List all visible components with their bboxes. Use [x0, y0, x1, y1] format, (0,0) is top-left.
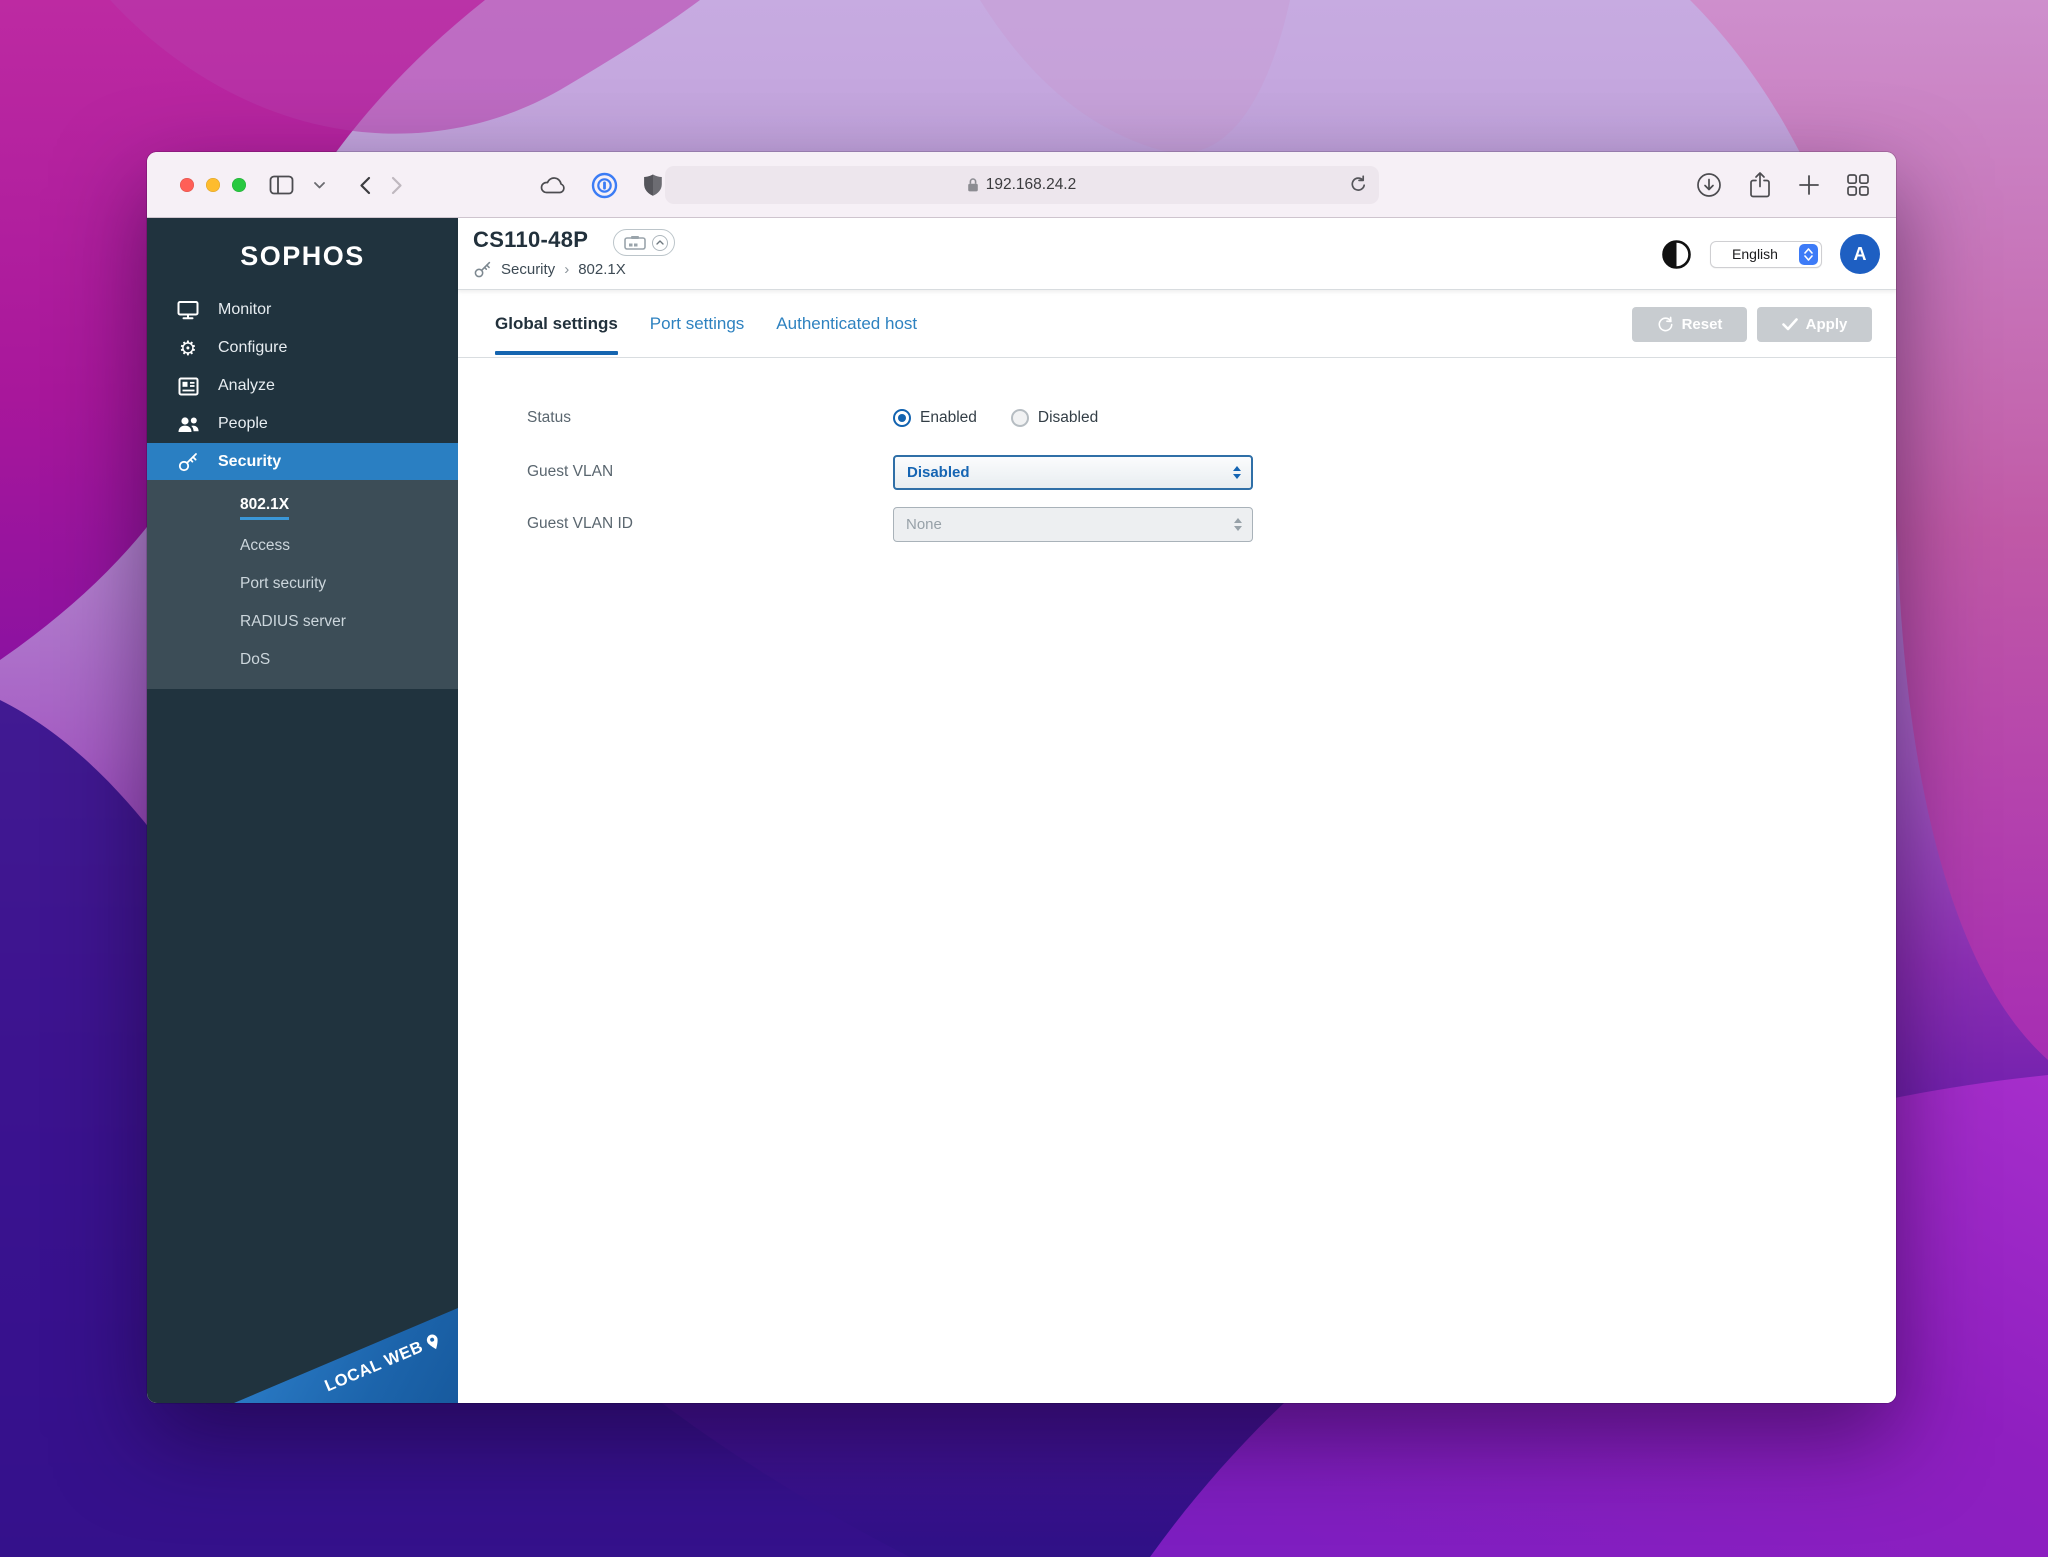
sidebar-item-label: People [218, 415, 268, 432]
tls-lock-icon [967, 178, 978, 192]
submenu-item-dos[interactable]: DoS [147, 641, 458, 679]
sophos-logo: SOPHOS [240, 241, 365, 271]
back-button[interactable] [359, 176, 371, 195]
submenu-item-port-security[interactable]: Port security [147, 565, 458, 603]
radio-selected-icon[interactable] [893, 409, 911, 427]
sidebar-item-label: Analyze [218, 377, 275, 394]
status-radio-group: Enabled Disabled [893, 409, 1098, 427]
guest-vlan-row: Guest VLAN Disabled [458, 454, 1896, 490]
chevron-up-icon [652, 234, 668, 251]
select-arrows-icon [1234, 508, 1242, 541]
sidebar-item-label: Monitor [218, 301, 272, 318]
reload-button[interactable] [1349, 175, 1368, 194]
breadcrumb-section[interactable]: Security [501, 261, 555, 278]
submenu-item-label: 802.1X [240, 496, 290, 520]
select-arrows-icon [1233, 457, 1241, 488]
address-bar[interactable]: 192.168.24.2 [664, 166, 1379, 204]
tab-overview-button[interactable] [1846, 173, 1870, 197]
sidebar-item-security[interactable]: Security [147, 443, 458, 481]
guest-vlan-id-label: Guest VLAN ID [527, 515, 633, 532]
guest-vlan-select[interactable]: Disabled [893, 454, 1253, 490]
browser-nav-controls [269, 167, 403, 203]
browser-right-controls [1696, 167, 1870, 203]
submenu-item-8021x[interactable]: 802.1X [147, 489, 458, 527]
tab-bar: Global settings Port settings Authentica… [458, 290, 1896, 358]
browser-window: 192.168.24.2 SOPHOS Monitor ⚙ Configure … [147, 152, 1896, 1403]
monitor-icon [175, 300, 201, 320]
sidebar-nav: Monitor ⚙ Configure Analyze People Secur… [147, 291, 458, 481]
language-value: English [1732, 246, 1778, 262]
status-option-enabled[interactable]: Enabled [893, 409, 977, 427]
guest-vlan-id-select: None [893, 506, 1253, 542]
browser-extensions [539, 167, 664, 203]
main-content: CS110-48P Security › 802.1X English A Gl… [458, 218, 1896, 1403]
sidebar-item-analyze[interactable]: Analyze [147, 367, 458, 405]
desktop: 192.168.24.2 SOPHOS Monitor ⚙ Configure … [0, 0, 2048, 1557]
tab-global-settings[interactable]: Global settings [495, 290, 618, 357]
sidebar-item-configure[interactable]: ⚙ Configure [147, 329, 458, 367]
status-row: Status Enabled Disabled [458, 400, 1896, 436]
status-label: Status [527, 409, 571, 426]
sidebar-item-people[interactable]: People [147, 405, 458, 443]
reset-button[interactable]: Reset [1632, 307, 1747, 342]
breadcrumb-separator: › [564, 261, 570, 278]
key-icon [474, 261, 491, 278]
page-actions: Reset Apply [1632, 307, 1872, 342]
gear-icon: ⚙ [179, 336, 197, 360]
forward-button[interactable] [391, 176, 403, 195]
breadcrumb-page: 802.1X [578, 261, 626, 278]
minimize-window-button[interactable] [206, 178, 220, 192]
contrast-toggle-icon[interactable] [1661, 239, 1692, 270]
user-avatar[interactable]: A [1840, 234, 1880, 274]
new-tab-button[interactable] [1798, 174, 1820, 196]
header-controls: English A [1661, 218, 1880, 290]
radio-unselected-icon[interactable] [1010, 409, 1029, 427]
shield-extension-icon[interactable] [642, 173, 664, 198]
report-icon [175, 377, 201, 396]
device-title: CS110-48P [473, 227, 589, 252]
sidebar-chevron-down-icon[interactable] [314, 181, 325, 189]
tab-port-settings[interactable]: Port settings [650, 290, 745, 357]
apply-button[interactable]: Apply [1757, 307, 1872, 342]
sidebar-item-monitor[interactable]: Monitor [147, 291, 458, 329]
traffic-lights [180, 178, 246, 192]
people-icon [175, 415, 201, 433]
submenu-item-radius-server[interactable]: RADIUS server [147, 603, 458, 641]
zoom-window-button[interactable] [232, 178, 246, 192]
tabs: Global settings Port settings Authentica… [495, 290, 917, 357]
device-selector-button[interactable] [613, 229, 675, 256]
refresh-icon [1658, 316, 1673, 332]
check-icon [1781, 318, 1798, 331]
submenu-item-label: Port security [240, 575, 327, 592]
sidebar-item-label: Configure [218, 339, 288, 356]
sophos-app: SOPHOS Monitor ⚙ Configure Analyze Peopl… [147, 218, 1896, 1403]
breadcrumb: Security › 802.1X [473, 260, 626, 279]
submenu-item-label: RADIUS server [240, 613, 346, 630]
password-manager-icon[interactable] [591, 172, 618, 199]
security-submenu: 802.1X Access Port security RADIUS serve… [147, 480, 458, 689]
app-header: CS110-48P Security › 802.1X English A [458, 218, 1896, 290]
submenu-item-access[interactable]: Access [147, 527, 458, 565]
status-option-disabled[interactable]: Disabled [1010, 409, 1098, 427]
tab-authenticated-host[interactable]: Authenticated host [776, 290, 917, 357]
select-stepper-icon [1799, 243, 1818, 265]
downloads-button[interactable] [1696, 172, 1722, 198]
browser-toolbar: 192.168.24.2 [147, 152, 1896, 218]
share-button[interactable] [1748, 171, 1772, 199]
url-text: 192.168.24.2 [985, 176, 1077, 193]
sidebar-item-label: Security [218, 453, 282, 470]
sidebar-toggle-icon[interactable] [269, 175, 294, 196]
close-window-button[interactable] [180, 178, 194, 192]
key-icon [175, 451, 201, 473]
language-select[interactable]: English [1710, 240, 1822, 268]
submenu-item-label: DoS [240, 651, 271, 668]
guest-vlan-label: Guest VLAN [527, 463, 614, 480]
icloud-tabs-icon[interactable] [539, 175, 567, 195]
guest-vlan-id-row: Guest VLAN ID None [458, 506, 1896, 542]
switch-device-icon [624, 236, 646, 250]
sidebar: SOPHOS Monitor ⚙ Configure Analyze Peopl… [147, 218, 458, 1403]
submenu-item-label: Access [240, 537, 290, 554]
